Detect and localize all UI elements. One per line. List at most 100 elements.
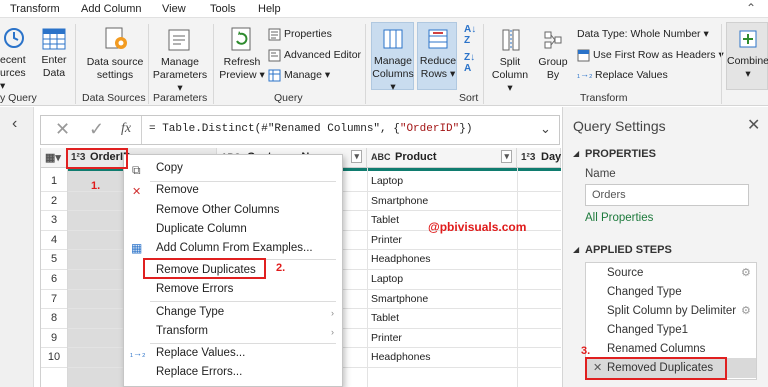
annotation-label-1: 1. bbox=[91, 180, 101, 192]
collapse-steps-icon[interactable]: ◢ bbox=[573, 245, 579, 254]
step-changed-type1[interactable]: Changed Type1 bbox=[607, 324, 688, 336]
filter-dropdown-icon[interactable]: ▾ bbox=[501, 150, 512, 163]
menu-item-copy[interactable]: Copy bbox=[156, 162, 183, 174]
combine-icon bbox=[739, 30, 757, 48]
filter-dropdown-icon[interactable]: ▾ bbox=[351, 150, 362, 163]
refresh-icon bbox=[231, 27, 251, 51]
menu-item-remove-other-columns[interactable]: Remove Other Columns bbox=[156, 204, 279, 216]
menu-add-column[interactable]: Add Column bbox=[81, 3, 142, 15]
group-by-button[interactable]: Group By bbox=[536, 56, 570, 82]
step-settings-gear-icon[interactable]: ⚙ bbox=[741, 304, 751, 317]
ribbon-separator bbox=[75, 24, 76, 104]
menu-view[interactable]: View bbox=[162, 3, 186, 15]
group-label-transform: Transform bbox=[580, 92, 628, 104]
reduce-rows-button[interactable]: Reduce Rows ▾ bbox=[417, 22, 457, 90]
fx-icon: fx bbox=[121, 121, 132, 136]
row-number: 2 bbox=[50, 194, 58, 207]
split-column-label-2: Column bbox=[491, 69, 529, 81]
query-settings-pane: Query Settings ✕ ◢ PROPERTIES Name Order… bbox=[562, 107, 768, 387]
submenu-arrow-icon: › bbox=[331, 327, 334, 337]
column-title-day: Day bbox=[541, 151, 562, 163]
row-number: 1 bbox=[50, 175, 58, 187]
use-first-row-button[interactable]: Use First Row as Headers ▾ bbox=[593, 49, 724, 61]
row-number: 3 bbox=[50, 214, 58, 227]
close-icon[interactable]: ✕ bbox=[747, 115, 760, 135]
column-divider bbox=[367, 168, 368, 387]
all-properties-link[interactable]: All Properties bbox=[585, 212, 653, 224]
menu-item-change-type[interactable]: Change Type bbox=[156, 306, 224, 318]
group-label-parameters: Parameters bbox=[153, 92, 208, 104]
menu-separator bbox=[150, 301, 336, 302]
menu-item-replace-values[interactable]: Replace Values... bbox=[156, 347, 245, 359]
cell-product: Printer bbox=[371, 331, 402, 344]
menu-item-duplicate-column[interactable]: Duplicate Column bbox=[156, 223, 247, 235]
ribbon-separator bbox=[721, 24, 722, 104]
data-source-settings-button[interactable]: Data source settings bbox=[80, 56, 150, 82]
manage-button[interactable]: Manage ▾ bbox=[284, 69, 330, 81]
menu-help[interactable]: Help bbox=[258, 3, 281, 15]
cell-product: Laptop bbox=[371, 273, 404, 285]
sort-descending-icon[interactable]: Z↓ A bbox=[464, 52, 475, 74]
recent-sources-label-2: urces bbox=[0, 67, 26, 79]
column-header-product[interactable]: ABC Product ▾ bbox=[367, 148, 517, 168]
annotation-box-orderid bbox=[66, 148, 128, 169]
step-source[interactable]: Source bbox=[607, 267, 643, 279]
combine-button[interactable]: Combine ▾ bbox=[726, 22, 768, 90]
menu-separator bbox=[150, 343, 336, 344]
column-header-day[interactable]: 1²3 Day bbox=[517, 148, 561, 168]
table-menu-button[interactable]: ▦▾ bbox=[41, 148, 67, 168]
replace-values-button[interactable]: Replace Values bbox=[595, 69, 668, 81]
group-label-query-left: y Query bbox=[0, 92, 37, 104]
collapse-properties-icon[interactable]: ◢ bbox=[573, 149, 579, 158]
use-first-row-label: Use First Row as Headers bbox=[593, 49, 716, 61]
cancel-formula-icon[interactable]: ✕ bbox=[55, 119, 70, 140]
row-number-divider bbox=[67, 148, 68, 387]
whole-number-type-icon[interactable]: 1²3 bbox=[521, 152, 535, 163]
advanced-editor-button[interactable]: Advanced Editor bbox=[284, 49, 361, 61]
menu-item-add-column-from-examples[interactable]: Add Column From Examples... bbox=[156, 242, 313, 254]
properties-button[interactable]: Properties bbox=[284, 28, 332, 40]
manage-label: Manage bbox=[284, 69, 322, 81]
enter-data-button[interactable]: Enter Data bbox=[38, 54, 70, 80]
step-settings-gear-icon[interactable]: ⚙ bbox=[741, 266, 751, 279]
group-by-label-1: Group bbox=[538, 56, 568, 68]
manage-parameters-button[interactable]: Manage Parameters ▾ bbox=[150, 56, 210, 95]
ribbon-separator bbox=[365, 24, 366, 104]
menu-item-transform[interactable]: Transform bbox=[156, 325, 208, 337]
columns-icon bbox=[383, 29, 403, 49]
data-type-dropdown[interactable]: Data Type: Whole Number ▾ bbox=[577, 28, 709, 40]
step-renamed-columns[interactable]: Renamed Columns bbox=[607, 343, 705, 355]
expand-formula-icon[interactable]: ⌄ bbox=[540, 121, 551, 137]
commit-formula-icon[interactable]: ✓ bbox=[89, 119, 104, 140]
collapse-ribbon-icon[interactable]: ⌃ bbox=[746, 1, 756, 15]
group-label-query: Query bbox=[274, 92, 303, 104]
properties-icon bbox=[268, 28, 281, 41]
menu-tools[interactable]: Tools bbox=[210, 3, 236, 15]
name-input[interactable]: Orders bbox=[585, 184, 749, 206]
step-changed-type[interactable]: Changed Type bbox=[607, 286, 682, 298]
menu-item-remove-errors[interactable]: Remove Errors bbox=[156, 283, 233, 295]
column-divider bbox=[517, 168, 518, 387]
menu-item-replace-errors[interactable]: Replace Errors... bbox=[156, 366, 242, 378]
step-split-column[interactable]: Split Column by Delimiter bbox=[607, 305, 736, 317]
cell-product: Printer bbox=[371, 233, 402, 246]
refresh-preview-button[interactable]: Refresh Preview ▾ bbox=[218, 56, 266, 82]
queries-pane-collapsed: ‹ bbox=[0, 107, 34, 387]
row-number: 5 bbox=[50, 253, 58, 266]
annotation-box-removed-duplicates bbox=[585, 357, 727, 380]
use-first-row-icon bbox=[577, 49, 590, 62]
recent-sources-button[interactable]: ecent urces ▾ bbox=[0, 54, 30, 93]
split-column-button[interactable]: Split Column ▾ bbox=[488, 56, 532, 95]
formula-input[interactable]: = Table.Distinct(#"Renamed Columns", {"O… bbox=[149, 123, 472, 135]
table-icon bbox=[42, 28, 66, 50]
manage-columns-button[interactable]: Manage Columns ▾ bbox=[371, 22, 414, 93]
sort-ascending-icon[interactable]: A↓ Z bbox=[464, 24, 476, 46]
manage-icon bbox=[268, 69, 281, 82]
replace-values-icon: ₁→₂ bbox=[577, 69, 593, 79]
menu-item-remove[interactable]: Remove bbox=[156, 184, 199, 196]
text-type-icon[interactable]: ABC bbox=[371, 152, 391, 162]
cell-product: Tablet bbox=[371, 312, 400, 325]
group-by-icon bbox=[544, 31, 562, 49]
expand-queries-icon[interactable]: ‹ bbox=[12, 115, 17, 133]
menu-transform[interactable]: Transform bbox=[10, 3, 60, 15]
